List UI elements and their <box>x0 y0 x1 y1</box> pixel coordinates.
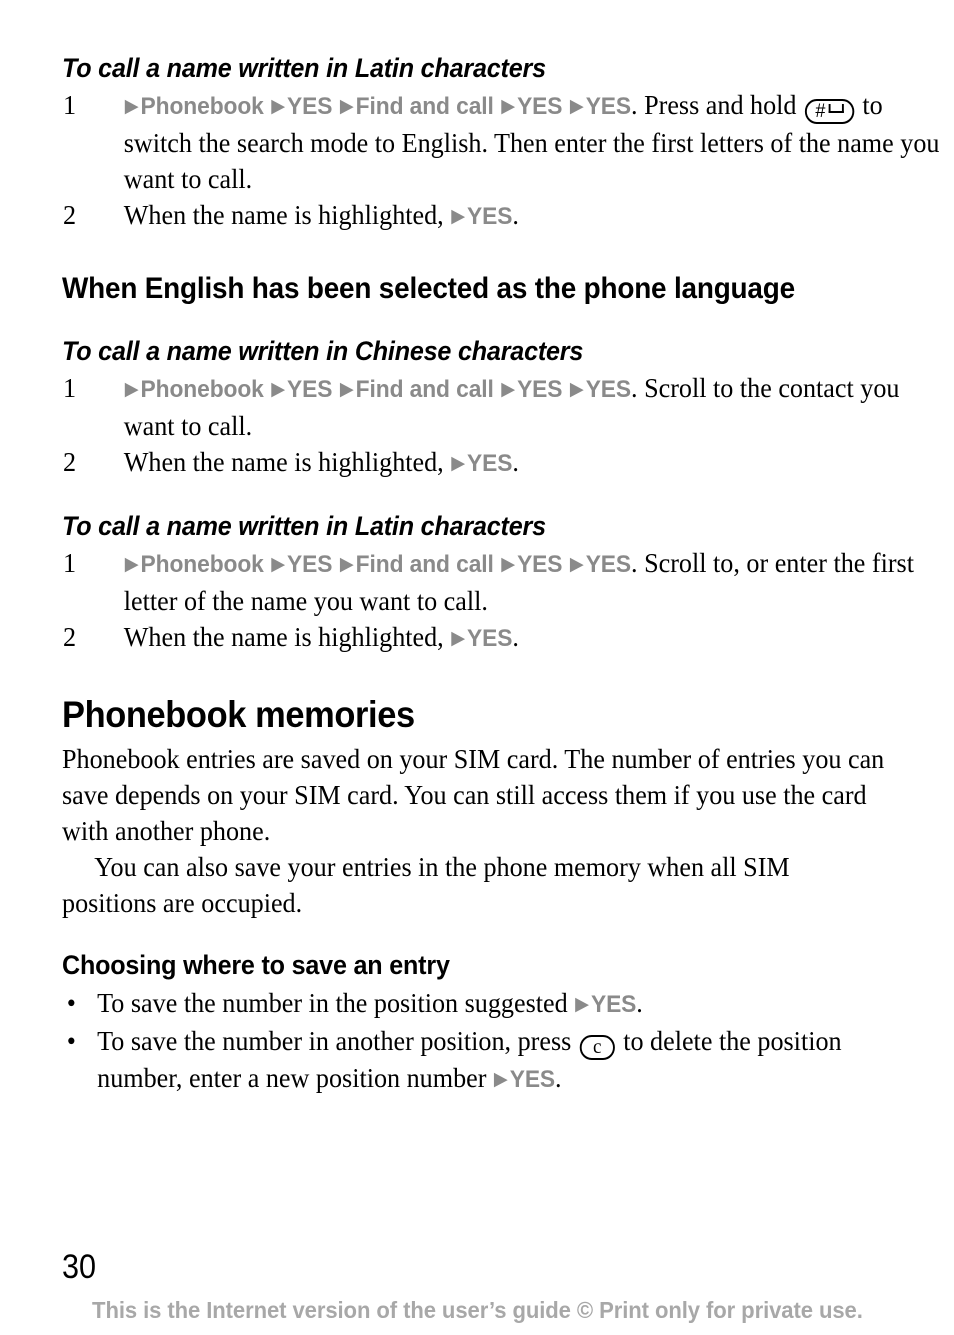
step-number: 2 <box>62 446 77 477</box>
ui-token-find-and-call: Find and call <box>355 93 494 120</box>
clear-key-icon: c <box>579 1035 615 1060</box>
section-phonebook-memories: Phonebook memories Phonebook entries are… <box>62 693 890 921</box>
step-item: 1 ▶Phonebook ▶YES ▶Find and call ▶YES ▶Y… <box>62 87 950 197</box>
ui-token-yes: YES <box>287 376 333 403</box>
page-title: Phonebook memories <box>62 694 415 735</box>
bullet-text-trail: . <box>555 1062 562 1093</box>
step-number: 2 <box>62 621 77 652</box>
arrow-icon: ▶ <box>124 379 139 400</box>
step-number: 2 <box>62 199 77 230</box>
procedure-latin-bottom: To call a name written in Latin characte… <box>62 510 914 657</box>
arrow-icon: ▶ <box>569 554 584 575</box>
steps-list: 1 ▶Phonebook ▶YES ▶Find and call ▶YES ▶Y… <box>62 87 939 235</box>
steps-list: 1 ▶Phonebook ▶YES ▶Find and call ▶YES ▶Y… <box>62 545 914 657</box>
arrow-icon: ▶ <box>569 379 584 400</box>
step-text: When the name is highlighted, <box>123 446 451 477</box>
body-paragraph: You can also save your entries in the ph… <box>62 851 790 918</box>
sub-heading-choosing-where: Choosing where to save an entry <box>62 950 450 980</box>
step-text: . Press and hold <box>631 89 804 120</box>
list-item: • To save the number in the position sug… <box>62 985 923 1023</box>
procedure-title: To call a name written in Latin characte… <box>62 53 546 83</box>
ui-token-yes: YES <box>585 551 632 578</box>
procedure-latin-top: To call a name written in Latin characte… <box>62 52 939 235</box>
arrow-icon: ▶ <box>451 453 466 474</box>
ui-token-yes: YES <box>517 93 563 120</box>
arrow-icon: ▶ <box>271 379 286 400</box>
ui-token-phonebook: Phonebook <box>140 551 264 578</box>
arrow-icon: ▶ <box>339 96 354 117</box>
page-content: To call a name written in Latin characte… <box>62 52 939 1098</box>
arrow-icon: ▶ <box>501 554 516 575</box>
procedure-title: To call a name written in Latin characte… <box>62 511 546 541</box>
bullet-list: • To save the number in the position sug… <box>62 985 890 1098</box>
step-item: 2 When the name is highlighted, ▶YES. <box>62 444 950 482</box>
page-number: 30 <box>62 1248 97 1286</box>
section-heading-english-selected: When English has been selected as the ph… <box>62 272 795 305</box>
list-item: • To save the number in another position… <box>62 1023 923 1098</box>
ui-token-yes: YES <box>509 1066 556 1093</box>
ui-token-yes: YES <box>585 376 632 403</box>
step-item: 2 When the name is highlighted, ▶YES. <box>62 197 950 235</box>
bullet-icon: • <box>66 987 76 1018</box>
arrow-icon: ▶ <box>501 96 516 117</box>
ui-token-phonebook: Phonebook <box>140 93 264 120</box>
ui-token-yes: YES <box>466 625 513 652</box>
arrow-icon: ▶ <box>124 554 139 575</box>
arrow-icon: ▶ <box>569 96 584 117</box>
ui-token-yes: YES <box>287 93 333 120</box>
ui-token-phonebook: Phonebook <box>140 376 264 403</box>
bullet-icon: • <box>66 1025 76 1056</box>
arrow-icon: ▶ <box>451 206 466 227</box>
arrow-icon: ▶ <box>451 628 466 649</box>
step-text: When the name is highlighted, <box>123 621 451 652</box>
ui-token-yes: YES <box>287 551 333 578</box>
body-paragraph: Phonebook entries are saved on your SIM … <box>62 743 885 846</box>
step-item: 1 ▶Phonebook ▶YES ▶Find and call ▶YES ▶Y… <box>62 370 950 444</box>
step-item: 1 ▶Phonebook ▶YES ▶Find and call ▶YES ▶Y… <box>62 545 950 619</box>
ui-token-find-and-call: Find and call <box>355 551 494 578</box>
procedure-chinese: To call a name written in Chinese charac… <box>62 335 900 482</box>
arrow-icon: ▶ <box>339 554 354 575</box>
step-text: When the name is highlighted, <box>123 199 451 230</box>
step-text-trail: . <box>512 446 519 477</box>
ui-token-yes: YES <box>517 376 563 403</box>
step-text-trail: . <box>512 199 519 230</box>
space-glyph <box>828 104 844 113</box>
arrow-icon: ▶ <box>493 1069 508 1090</box>
ui-token-yes: YES <box>590 991 637 1018</box>
bullet-text: To save the number in another position, … <box>97 1025 578 1056</box>
hash-key-icon: # <box>804 99 854 124</box>
ui-token-yes: YES <box>517 551 563 578</box>
step-number: 1 <box>62 89 77 120</box>
step-number: 1 <box>62 372 77 403</box>
ui-token-yes: YES <box>466 450 513 477</box>
arrow-icon: ▶ <box>271 96 286 117</box>
arrow-icon: ▶ <box>339 379 354 400</box>
steps-list: 1 ▶Phonebook ▶YES ▶Find and call ▶YES ▶Y… <box>62 370 900 482</box>
arrow-icon: ▶ <box>124 96 139 117</box>
arrow-icon: ▶ <box>501 379 516 400</box>
arrow-icon: ▶ <box>271 554 286 575</box>
step-item: 2 When the name is highlighted, ▶YES. <box>62 619 950 657</box>
page-footer: This is the Internet version of the user… <box>0 1296 954 1324</box>
footer-text: This is the Internet version of the user… <box>91 1297 863 1323</box>
ui-token-yes: YES <box>585 93 632 120</box>
manual-page: To call a name written in Latin characte… <box>0 0 954 1335</box>
ui-token-yes: YES <box>466 203 513 230</box>
section-choosing-where-to-save: Choosing where to save an entry • To sav… <box>62 949 890 1098</box>
step-number: 1 <box>62 547 77 578</box>
bullet-text: To save the number in the position sugge… <box>97 987 575 1018</box>
step-text-trail: . <box>512 621 519 652</box>
arrow-icon: ▶ <box>575 994 590 1015</box>
ui-token-find-and-call: Find and call <box>355 376 494 403</box>
hash-glyph: # <box>815 101 826 122</box>
bullet-text-trail: . <box>636 987 643 1018</box>
procedure-title: To call a name written in Chinese charac… <box>62 336 584 366</box>
